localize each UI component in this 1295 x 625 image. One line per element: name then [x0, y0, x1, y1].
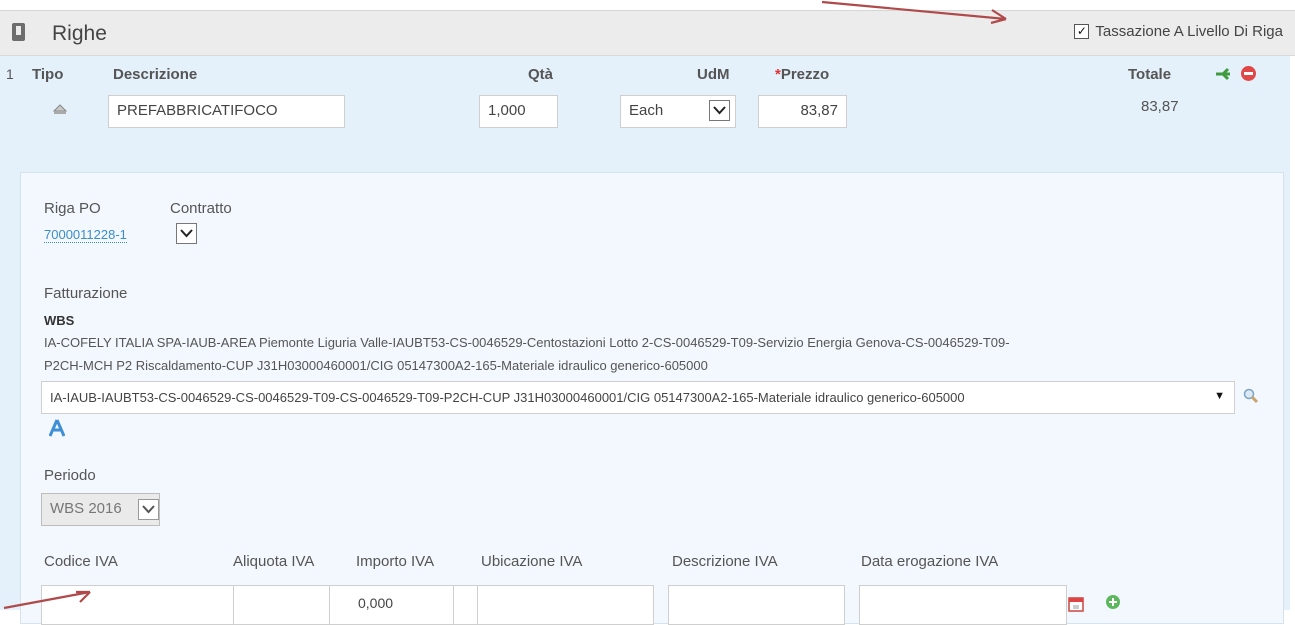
description-input[interactable]: PREFABBRICATIFOCO — [108, 95, 345, 128]
col-qta: Qtà — [528, 66, 554, 83]
contratto-label: Contratto — [170, 200, 232, 217]
quantity-input[interactable]: 1,000 — [479, 95, 558, 128]
iva-data-input[interactable] — [859, 585, 1067, 625]
wbs-label: WBS — [44, 313, 75, 328]
iva-codice-label: Codice IVA — [44, 553, 118, 570]
col-prezzo: *Prezzo — [775, 66, 829, 83]
periodo-dropdown-arrow[interactable] — [138, 499, 159, 520]
iva-ubicazione-input[interactable] — [477, 585, 654, 625]
periodo-value: WBS 2016 — [50, 500, 122, 517]
iva-spacer-field[interactable] — [453, 585, 478, 625]
section-title: Righe — [52, 22, 107, 45]
iva-ubicazione-label: Ubicazione IVA — [481, 553, 583, 570]
riga-po-link[interactable]: 7000011228-1 — [44, 227, 127, 243]
udm-dropdown-arrow[interactable] — [709, 100, 730, 121]
iva-descrizione-input[interactable] — [668, 585, 845, 625]
line-panel: 1 Tipo Descrizione Qtà UdM *Prezzo Total… — [0, 56, 1290, 625]
tax-checkbox[interactable]: ✓ — [1074, 24, 1090, 39]
wbs-description-line1: IA-COFELY ITALIA SPA-IAUB-AREA Piemonte … — [44, 335, 1010, 350]
line-details: Riga PO Contratto 7000011228-1 Fatturazi… — [20, 172, 1284, 625]
annotation-arrow-bottom — [3, 590, 91, 610]
split-line-icon[interactable] — [1214, 66, 1232, 82]
iva-importo-input[interactable]: 0,000 — [329, 585, 454, 625]
wbs-select-arrow-icon: ▼ — [1214, 390, 1225, 402]
bookmark-icon — [12, 23, 25, 41]
total-value: 83,87 — [1141, 98, 1179, 115]
iva-data-label: Data erogazione IVA — [861, 553, 999, 570]
col-totale: Totale — [1128, 66, 1172, 83]
search-icon[interactable] — [1243, 388, 1259, 404]
annotation-arrow-top — [821, 0, 1007, 24]
add-iva-icon[interactable] — [1105, 594, 1121, 610]
section-header: Righe ✓ Tassazione A Livello Di Riga — [0, 10, 1295, 56]
iva-descrizione-label: Descrizione IVA — [672, 553, 778, 570]
fatturazione-label: Fatturazione — [44, 285, 128, 302]
remove-line-icon[interactable] — [1240, 65, 1257, 82]
iva-aliquota-label: Aliquota IVA — [233, 553, 315, 570]
wbs-select[interactable]: IA-IAUB-IAUBT53-CS-0046529-CS-0046529-T0… — [41, 381, 1235, 414]
iva-importo-value: 0,000 — [358, 595, 394, 611]
col-tipo: Tipo — [32, 66, 64, 83]
line-number: 1 — [6, 66, 14, 82]
col-udm: UdM — [697, 66, 730, 83]
price-input[interactable]: 83,87 — [758, 95, 847, 128]
wbs-description-line2: P2CH-MCH P2 Riscaldamento-CUP J31H030004… — [44, 358, 708, 373]
riga-po-label: Riga PO — [44, 200, 101, 217]
iva-aliquota-input[interactable] — [233, 585, 330, 625]
iva-importo-label: Importo IVA — [356, 553, 435, 570]
contratto-dropdown[interactable] — [176, 223, 197, 244]
col-prezzo-label: Prezzo — [780, 66, 830, 83]
periodo-label: Periodo — [44, 467, 96, 484]
line-level-tax-toggle[interactable]: ✓ Tassazione A Livello Di Riga — [1074, 23, 1283, 40]
item-type-icon — [52, 104, 68, 114]
wbs-hierarchy-icon[interactable] — [49, 419, 65, 437]
wbs-select-value: IA-IAUB-IAUBT53-CS-0046529-CS-0046529-T0… — [50, 390, 965, 405]
udm-value: Each — [629, 102, 664, 119]
tax-label: Tassazione A Livello Di Riga — [1095, 23, 1283, 40]
col-descrizione: Descrizione — [113, 66, 198, 83]
